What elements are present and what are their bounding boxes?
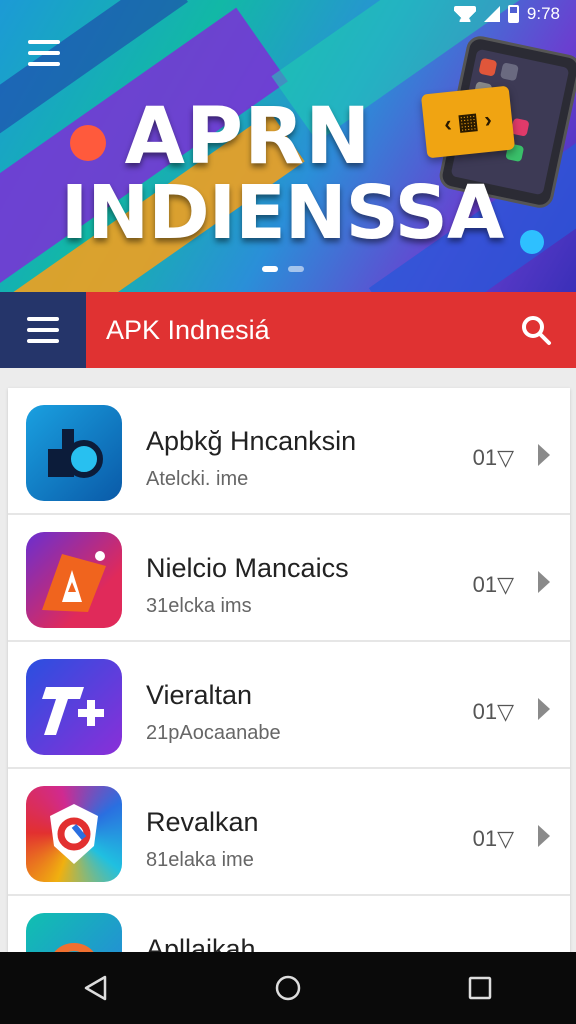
list-item[interactable]: Nielcio Mancaics 31elcka ims 01▽ xyxy=(8,515,570,642)
hero-title-line1: APRN xyxy=(124,92,372,182)
app-icon-shield xyxy=(26,786,122,882)
app-subtitle: 81elaka ime xyxy=(146,849,254,871)
status-bar: 9:78 xyxy=(453,0,576,28)
app-version: 01▽ xyxy=(472,699,514,724)
app-name: Vieraltan xyxy=(146,680,253,710)
app-version: 01▽ xyxy=(472,572,514,597)
chevron-right-icon[interactable] xyxy=(538,444,550,466)
hero-banner[interactable]: ‹ ▦ › 9:78 APRN INDIENSSA xyxy=(0,0,576,292)
app-version: 01▽ xyxy=(472,826,514,851)
app-icon-t-plus xyxy=(26,659,122,755)
page-indicator[interactable] xyxy=(262,266,304,272)
app-subtitle: Atelcki. ime xyxy=(146,468,249,490)
app-name: Apbkğ Hncanksin xyxy=(146,426,357,456)
battery-icon xyxy=(507,5,519,23)
app-name: Revalkan xyxy=(146,807,259,837)
toolbar-title-area: APK Indnesiá xyxy=(86,292,576,368)
system-nav-bar xyxy=(0,952,576,1024)
chevron-right-icon[interactable] xyxy=(538,698,550,720)
toolbar-title: APK Indnesiá xyxy=(106,314,270,345)
menu-icon[interactable] xyxy=(0,292,86,368)
app-toolbar: APK Indnesiá xyxy=(0,292,576,368)
wifi-icon xyxy=(453,6,476,22)
page-dot[interactable] xyxy=(288,266,304,272)
app-icon-blue-d xyxy=(26,405,122,501)
chevron-right-icon[interactable] xyxy=(538,825,550,847)
list-item[interactable]: Apbkğ Hncanksin Atelcki. ime 01▽ xyxy=(8,388,570,515)
app-version: 01▽ xyxy=(472,445,514,470)
back-icon[interactable] xyxy=(76,968,116,1008)
hero-title-line2: INDIENSSA xyxy=(60,170,504,256)
page-dot-active[interactable] xyxy=(262,266,278,272)
app-icon-red-a xyxy=(26,532,122,628)
hamburger-menu-icon[interactable] xyxy=(28,40,60,68)
search-icon[interactable] xyxy=(520,314,552,346)
home-icon[interactable] xyxy=(268,968,308,1008)
app-subtitle: 21pAocaanabe xyxy=(146,722,281,744)
list-item[interactable]: Revalkan 81elaka ime 01▽ xyxy=(8,769,570,896)
app-subtitle: 31elcka ims xyxy=(146,595,252,617)
list-item[interactable]: Vieraltan 21pAocaanabe 01▽ xyxy=(8,642,570,769)
app-name: Nielcio Mancaics xyxy=(146,553,349,583)
recents-icon[interactable] xyxy=(460,968,500,1008)
chevron-right-icon[interactable] xyxy=(538,571,550,593)
signal-icon xyxy=(483,6,500,22)
app-list: Apbkğ Hncanksin Atelcki. ime 01▽ Nielcio… xyxy=(8,388,570,1021)
status-time: 9:78 xyxy=(526,4,560,23)
